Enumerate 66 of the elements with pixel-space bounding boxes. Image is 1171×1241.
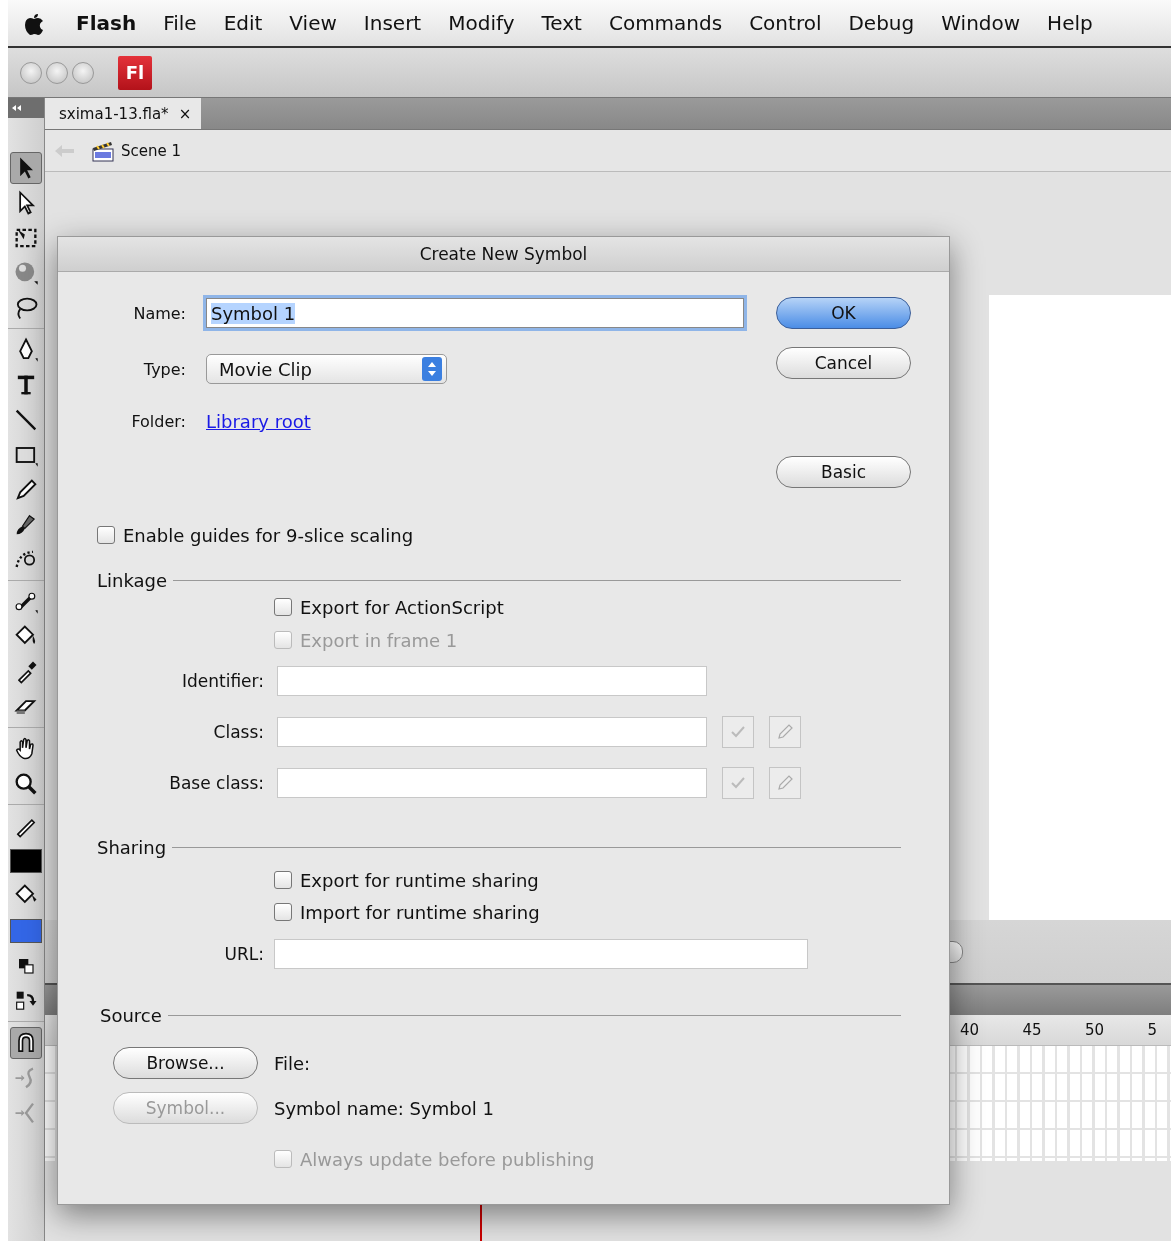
checkbox[interactable]: [274, 903, 292, 921]
dropdown-arrows-icon: [422, 357, 442, 381]
file-label: File:: [274, 1052, 311, 1074]
menu-item[interactable]: File: [163, 11, 197, 35]
text-field[interactable]: [277, 768, 707, 798]
menu-item[interactable]: Flash: [76, 11, 137, 35]
section-title: Linkage: [97, 569, 168, 591]
field-label: Type:: [142, 359, 186, 379]
frame-number: 40: [960, 1021, 981, 1039]
menu-item[interactable]: Debug: [848, 11, 915, 35]
menu-item[interactable]: Text: [541, 11, 582, 35]
menu-item[interactable]: Edit: [223, 11, 263, 35]
dialog-button[interactable]: OK: [776, 297, 911, 329]
dialog-button[interactable]: Cancel: [776, 347, 911, 379]
frame-number: 50: [1085, 1021, 1106, 1039]
color-swatch[interactable]: [10, 848, 42, 873]
app-logo: Fl: [118, 55, 152, 90]
collapse-icon[interactable]: [12, 105, 22, 111]
checkmark-icon: [730, 776, 746, 790]
text-field[interactable]: [277, 717, 707, 747]
checkmark-icon: [730, 725, 746, 739]
pencil-icon: [776, 774, 794, 792]
folder-link[interactable]: Library root: [206, 410, 311, 432]
magnet-icon[interactable]: [10, 1026, 42, 1059]
type-dropdown[interactable]: Movie Clip: [206, 354, 447, 384]
checkbox-label: Always update before publishing: [300, 1148, 595, 1170]
checkbox-label: Export for runtime sharing: [300, 869, 539, 891]
frame-number: 5: [1147, 1021, 1159, 1039]
dialog-button[interactable]: Basic: [776, 456, 911, 488]
color-swatch[interactable]: [10, 918, 42, 943]
field-label: Class:: [212, 722, 264, 742]
menu-item[interactable]: View: [289, 11, 337, 35]
checkbox[interactable]: [97, 526, 115, 544]
selection-tool-icon[interactable]: [10, 151, 42, 184]
section-title: Source: [100, 1004, 162, 1026]
field-label: Folder:: [130, 411, 186, 431]
document-tab[interactable]: sxima1-13.fla* ×: [45, 98, 202, 129]
section-title: Sharing: [97, 836, 167, 858]
menu-item[interactable]: Modify: [448, 11, 515, 35]
name-field[interactable]: Symbol 1: [206, 298, 744, 328]
field-label: Identifier:: [181, 671, 264, 691]
checkbox-label: Export for ActionScript: [300, 596, 504, 618]
pencil-icon: [776, 723, 794, 741]
check-button[interactable]: [722, 716, 754, 748]
field-label: URL:: [223, 944, 264, 964]
checkbox-label: Export in frame 1: [300, 629, 458, 651]
checkbox-label: Import for runtime sharing: [300, 901, 540, 923]
frame-number: 45: [1022, 1021, 1043, 1039]
field-label: Name:: [132, 303, 186, 323]
checkbox-label: Enable guides for 9-slice scaling: [123, 524, 414, 546]
menu-item[interactable]: Commands: [608, 11, 723, 35]
browse-button[interactable]: Browse...: [113, 1047, 258, 1079]
checkbox[interactable]: [274, 598, 292, 616]
text-field[interactable]: [277, 666, 707, 696]
menu-item[interactable]: Help: [1047, 11, 1093, 35]
field-label: Base class:: [168, 773, 264, 793]
checkbox[interactable]: [274, 871, 292, 889]
close-button[interactable]: ×: [178, 104, 192, 123]
scene-label[interactable]: Scene 1: [121, 141, 182, 160]
symbol-name-text: Symbol name: Symbol 1: [274, 1097, 494, 1119]
dialog-title: Create New Symbol: [58, 237, 949, 272]
menu-item[interactable]: Control: [749, 11, 822, 35]
menu-item[interactable]: Insert: [363, 11, 422, 35]
check-button[interactable]: [722, 767, 754, 799]
url-field[interactable]: [274, 939, 808, 969]
menu-item[interactable]: Window: [941, 11, 1021, 35]
